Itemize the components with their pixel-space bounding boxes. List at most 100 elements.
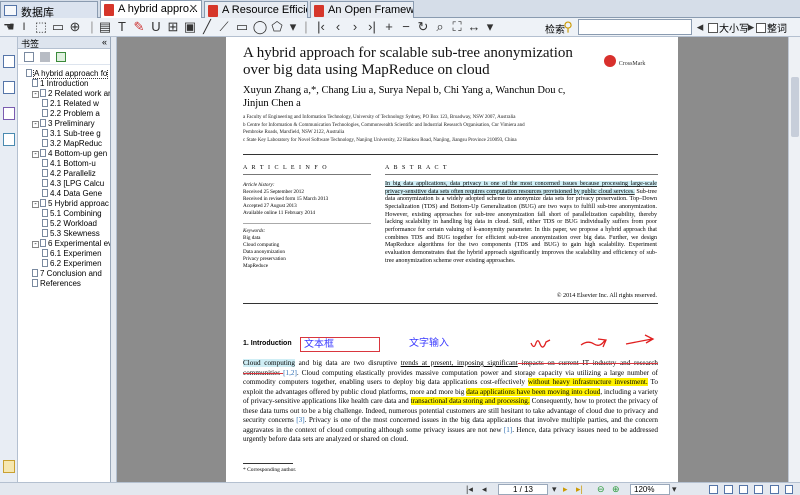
- bookmark-item[interactable]: 2.2 Problem a: [42, 109, 110, 119]
- bookmark-item[interactable]: - 6 Experimental ev: [32, 239, 110, 249]
- rotate-icon[interactable]: ↻: [416, 19, 430, 35]
- first-page-icon[interactable]: |◂: [466, 484, 473, 495]
- scrollbar-thumb[interactable]: [791, 77, 799, 137]
- whole-word-checkbox[interactable]: 整词: [756, 20, 787, 35]
- text-select-icon[interactable]: I: [17, 19, 31, 35]
- last-page-icon[interactable]: ›|: [365, 19, 379, 35]
- bookmark-item[interactable]: - 5 Hybrid approac: [32, 199, 110, 209]
- yellow-highlight[interactable]: data applications have been moving into …: [466, 387, 601, 396]
- hand-tool-icon[interactable]: ☚: [2, 19, 16, 35]
- bookmark-item[interactable]: 4.2 Paralleliz: [42, 169, 110, 179]
- prev-page-icon[interactable]: ◂: [482, 484, 487, 495]
- pencil-icon[interactable]: ╱: [200, 19, 214, 35]
- prev-page-icon[interactable]: ‹: [331, 19, 345, 35]
- vertical-scrollbar[interactable]: [788, 37, 800, 482]
- stamp-icon[interactable]: ▣: [183, 19, 197, 35]
- first-page-icon[interactable]: |‹: [314, 19, 328, 35]
- abstract-highlight[interactable]: In big data applications, data privacy i…: [385, 181, 657, 195]
- single-page-view-icon[interactable]: [709, 485, 718, 494]
- note-icon[interactable]: ▤: [98, 19, 112, 35]
- bookmark-item[interactable]: - 2 Related work an: [32, 89, 110, 99]
- tab-open-framework[interactable]: An Open Framew...: [310, 1, 414, 18]
- search-prev-icon[interactable]: ◂: [694, 19, 706, 35]
- bookmark-item[interactable]: 3.2 MapReduc: [42, 139, 110, 149]
- continuous-view-icon[interactable]: [724, 485, 733, 494]
- underline-icon[interactable]: U: [149, 19, 163, 35]
- snapshot-icon[interactable]: ⬚: [34, 19, 48, 35]
- notes-panel-icon[interactable]: [3, 460, 15, 473]
- expand-toggle-icon[interactable]: -: [32, 201, 39, 208]
- rectangle-icon[interactable]: ▭: [234, 19, 250, 35]
- match-case-checkbox[interactable]: 大小写: [708, 20, 749, 35]
- dropdown-icon[interactable]: ▾: [484, 19, 496, 35]
- expand-toggle-icon[interactable]: -: [32, 241, 39, 248]
- fullscreen-icon[interactable]: [770, 485, 779, 494]
- search-next-icon[interactable]: ▸: [746, 19, 756, 35]
- yellow-highlight[interactable]: transactional data storing and processin…: [410, 397, 530, 406]
- fit-width-icon[interactable]: ↔: [467, 19, 481, 35]
- citation-link[interactable]: [1]: [504, 426, 512, 434]
- bookmark-item[interactable]: 1 Introduction: [32, 79, 110, 89]
- bookmarks-panel-icon[interactable]: [3, 55, 15, 68]
- next-page-icon[interactable]: ›: [348, 19, 362, 35]
- close-icon[interactable]: ✕: [189, 2, 198, 15]
- bookmark-item[interactable]: 2.1 Related w: [42, 99, 110, 109]
- zoom-in-icon[interactable]: +: [382, 19, 396, 35]
- dropdown-icon[interactable]: ▾: [287, 19, 299, 35]
- zoom-icon[interactable]: ⌕: [433, 19, 447, 35]
- continuous-facing-view-icon[interactable]: [754, 485, 763, 494]
- expand-toggle-icon[interactable]: -: [32, 91, 39, 98]
- crossmark-badge[interactable]: CrossMark: [604, 55, 645, 68]
- bookmark-item[interactable]: 5.2 Workload: [42, 219, 110, 229]
- facing-view-icon[interactable]: [739, 485, 748, 494]
- page-number-input[interactable]: [498, 484, 548, 495]
- checkbox-box[interactable]: [756, 23, 766, 33]
- expand-toggle-icon[interactable]: -: [32, 121, 39, 128]
- zoom-in-icon[interactable]: ⊕: [612, 484, 620, 495]
- underline-annotation[interactable]: trends at present, imposing significant: [401, 359, 518, 367]
- ink-annotation[interactable]: [526, 330, 676, 354]
- citation-link[interactable]: [1,2]: [283, 369, 297, 377]
- expand-toggle-icon[interactable]: -: [32, 151, 39, 158]
- bookmark-item[interactable]: - 3 Preliminary: [32, 119, 110, 129]
- tab-hybrid-approach[interactable]: A hybrid appro... ✕: [100, 0, 202, 19]
- bookmark-item[interactable]: References: [32, 279, 110, 289]
- bookmark-item[interactable]: 7 Conclusion and: [32, 269, 110, 279]
- yellow-highlight[interactable]: without heavy infrastructure investment.: [527, 378, 648, 387]
- zoom-out-icon[interactable]: −: [399, 19, 413, 35]
- zoom-select-icon[interactable]: ⊕: [68, 19, 82, 35]
- textbox-annotation[interactable]: 文本框: [300, 337, 380, 352]
- next-page-icon[interactable]: ▸: [563, 484, 568, 495]
- ellipse-icon[interactable]: ◯: [252, 19, 268, 35]
- bookmark-item[interactable]: A hybrid approach fo: [26, 69, 110, 79]
- add-bookmark-icon[interactable]: [24, 52, 34, 62]
- tab-database[interactable]: 数据库: [0, 1, 98, 18]
- checkbox-box[interactable]: [708, 23, 718, 33]
- textbox-icon[interactable]: T: [115, 19, 129, 35]
- citation-link[interactable]: [3]: [296, 416, 304, 424]
- bookmark-item[interactable]: 4.4 Data Gene: [42, 189, 110, 199]
- tab-resource-efficient[interactable]: A Resource Efficie...: [204, 1, 308, 18]
- fit-page-icon[interactable]: ⛶: [450, 19, 464, 35]
- bookmark-item[interactable]: 4.1 Bottom-u: [42, 159, 110, 169]
- bookmark-settings-icon[interactable]: [56, 52, 66, 62]
- area-icon[interactable]: ⊞: [166, 19, 180, 35]
- zoom-out-icon[interactable]: ⊖: [597, 484, 605, 495]
- bookmark-item[interactable]: 5.3 Skewness: [42, 229, 110, 239]
- reading-mode-icon[interactable]: [785, 485, 793, 494]
- bookmark-item[interactable]: 3.1 Sub-tree g: [42, 129, 110, 139]
- bookmark-item[interactable]: 4.3 [LPG Calcu: [42, 179, 110, 189]
- search-options-icon[interactable]: ⚲: [560, 19, 576, 35]
- polygon-icon[interactable]: ⬠: [270, 19, 284, 35]
- zoom-level-input[interactable]: [630, 484, 670, 495]
- bookmark-item[interactable]: 6.1 Experimen: [42, 249, 110, 259]
- bookmark-item[interactable]: 6.2 Experimen: [42, 259, 110, 269]
- search-input[interactable]: [578, 19, 692, 35]
- collapse-panel-icon[interactable]: «: [102, 37, 107, 47]
- highlighter-icon[interactable]: ✎: [132, 19, 146, 35]
- line-icon[interactable]: ⟋: [217, 19, 231, 35]
- layers-panel-icon[interactable]: [3, 133, 15, 146]
- delete-bookmark-icon[interactable]: [40, 52, 50, 62]
- last-page-icon[interactable]: ▸|: [576, 484, 583, 495]
- annotations-panel-icon[interactable]: [3, 107, 15, 120]
